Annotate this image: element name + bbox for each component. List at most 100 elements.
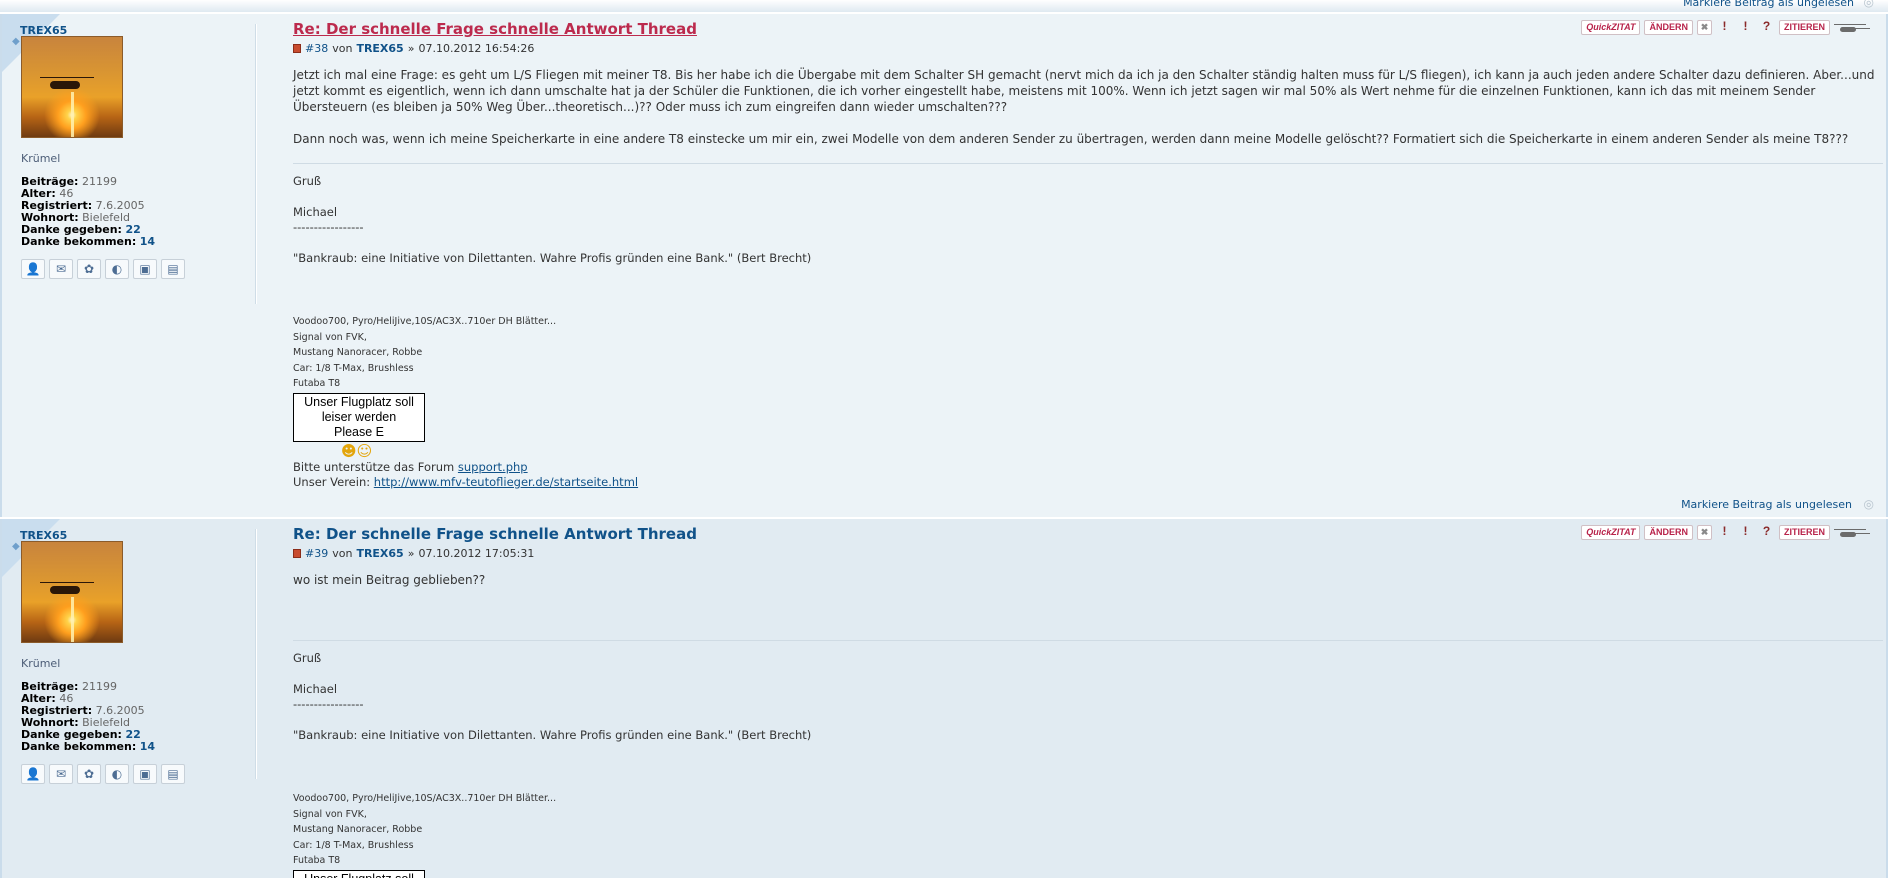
sig-name: Michael	[293, 682, 338, 696]
contact-icons: 👤 ✉ ✿ ◐ ▣ ▤	[21, 764, 185, 784]
mark-unread-icon[interactable]: ◎	[1864, 0, 1874, 9]
post-meta: #39 von TREX65 » 07.10.2012 17:05:31	[293, 547, 1883, 560]
post-meta: #38 von TREX65 » 07.10.2012 16:54:26	[293, 42, 1883, 55]
sig-gear-line: Signal von FVK,	[293, 808, 367, 820]
post-page-icon[interactable]	[293, 549, 301, 558]
avatar	[21, 541, 123, 643]
verein-link[interactable]: http://www.mfv-teutoflieger.de/startseit…	[374, 475, 638, 489]
warn-button[interactable]: !	[1737, 525, 1754, 540]
mark-unread-icon[interactable]: ◎	[1864, 497, 1874, 511]
sig-gear-line: Voodoo700, Pyro/HeliJive,10S/AC3X..710er…	[293, 793, 557, 804]
sig-banner[interactable]: Unser Flugplatz soll leiser werden Pleas…	[293, 869, 425, 878]
sig-gear-line: Futaba T8	[293, 378, 341, 389]
film-icon[interactable]: ▤	[161, 764, 185, 784]
sig-greeting: Gruß	[293, 651, 322, 665]
signature: Gruß Michael ----------------- "Bankraub…	[293, 651, 1883, 878]
sig-greeting: Gruß	[293, 174, 322, 188]
pm-icon[interactable]: 👤	[21, 259, 45, 279]
film-icon[interactable]: ▤	[161, 259, 185, 279]
post-38: ◆ TREX65 Krümel Beiträge: 21199 Alter: 4…	[0, 14, 1888, 517]
sig-quote: "Bankraub: eine Initiative von Dilettant…	[293, 251, 812, 265]
gallery-icon[interactable]: ▣	[133, 259, 157, 279]
post-number[interactable]: #39	[305, 547, 328, 560]
info-button[interactable]: ?	[1758, 20, 1775, 35]
post-paragraph: Dann noch was, wenn ich meine Speicherka…	[293, 132, 1849, 146]
quickquote-button[interactable]: QuickZITAT	[1581, 20, 1641, 35]
sig-gear-line: Futaba T8	[293, 855, 341, 866]
sig-quote: "Bankraub: eine Initiative von Dilettant…	[293, 728, 812, 742]
post-buttons: QuickZITAT ÄNDERN ✖ ! ! ? ZITIEREN	[1581, 525, 1872, 540]
sig-dashes: -----------------	[293, 697, 364, 711]
post-number[interactable]: #38	[305, 42, 328, 55]
sig-verein: Unser Verein: http://www.mfv-teutofliege…	[293, 474, 639, 489]
helicopter-icon[interactable]	[1834, 526, 1872, 540]
profile-divider	[255, 529, 257, 779]
sig-gear-line: Car: 1/8 T-Max, Brushless	[293, 839, 414, 851]
website-icon[interactable]: ◐	[105, 259, 129, 279]
post-date: 07.10.2012 17:05:31	[418, 547, 535, 560]
sig-gear-line: Signal von FVK,	[293, 331, 367, 343]
post-author[interactable]: TREX65	[356, 547, 403, 560]
avatar	[21, 36, 123, 138]
post-paragraph: Jetzt ich mal eine Frage: es geht um L/S…	[293, 68, 1875, 114]
profile-divider	[255, 24, 257, 304]
signature-separator	[293, 163, 1883, 164]
delete-button[interactable]: ✖	[1696, 525, 1712, 540]
post-39: ◆ TREX65 Krümel Beiträge: 21199 Alter: 4…	[0, 519, 1888, 878]
online-icon: ◆	[12, 36, 20, 47]
sig-gear-line: Mustang Nanoracer, Robbe	[293, 347, 423, 358]
post-buttons: QuickZITAT ÄNDERN ✖ ! ! ? ZITIEREN	[1581, 20, 1872, 35]
sig-gear-line: Mustang Nanoracer, Robbe	[293, 824, 423, 835]
info-button[interactable]: ?	[1758, 525, 1775, 540]
online-icon: ◆	[12, 541, 20, 552]
edit-button[interactable]: ÄNDERN	[1644, 20, 1693, 35]
post-body: Re: Der schnelle Frage schnelle Antwort …	[293, 20, 1883, 490]
stat-thanks-received: Danke bekommen: 14	[21, 740, 156, 753]
smiley-icon: ☻☺	[341, 441, 373, 460]
mark-unread-link[interactable]: Markiere Beitrag als ungelesen	[1681, 498, 1852, 511]
stat-thanks-received: Danke bekommen: 14	[21, 235, 156, 248]
helicopter-icon	[50, 81, 80, 89]
icq-icon[interactable]: ✿	[77, 764, 101, 784]
support-link[interactable]: support.php	[458, 460, 528, 474]
post-page-icon[interactable]	[293, 44, 301, 53]
sig-banner[interactable]: Unser Flugplatz soll leiser werden Pleas…	[293, 392, 425, 442]
helicopter-icon	[50, 586, 80, 594]
website-icon[interactable]: ◐	[105, 764, 129, 784]
sig-name: Michael	[293, 205, 338, 219]
pm-icon[interactable]: 👤	[21, 764, 45, 784]
post-content: Jetzt ich mal eine Frage: es geht um L/S…	[293, 67, 1883, 147]
email-icon[interactable]: ✉	[49, 764, 73, 784]
sig-dashes: -----------------	[293, 220, 364, 234]
edit-button[interactable]: ÄNDERN	[1644, 525, 1693, 540]
post-paragraph: wo ist mein Beitrag geblieben??	[293, 573, 486, 587]
post-title[interactable]: Re: Der schnelle Frage schnelle Antwort …	[293, 20, 697, 38]
user-rank: Krümel	[21, 152, 61, 165]
post-profile: TREX65 Krümel Beiträge: 21199 Alter: 46 …	[20, 24, 240, 279]
user-rank: Krümel	[21, 657, 61, 670]
mark-unread-link[interactable]: Markiere Beitrag als ungelesen	[1683, 0, 1854, 9]
helicopter-icon[interactable]	[1834, 21, 1872, 35]
post-body: Re: Der schnelle Frage schnelle Antwort …	[293, 525, 1883, 878]
delete-button[interactable]: ✖	[1696, 20, 1712, 35]
quote-button[interactable]: ZITIEREN	[1778, 525, 1830, 540]
post-date: 07.10.2012 16:54:26	[418, 42, 535, 55]
user-stats: Beiträge: 21199 Alter: 46 Registriert: 7…	[21, 681, 241, 753]
icq-icon[interactable]: ✿	[77, 259, 101, 279]
post-title[interactable]: Re: Der schnelle Frage schnelle Antwort …	[293, 525, 697, 543]
sig-gear-line: Car: 1/8 T-Max, Brushless	[293, 362, 414, 374]
sig-support: Bitte unterstütze das Forum support.php	[293, 459, 528, 474]
post-content: wo ist mein Beitrag geblieben??	[293, 572, 1883, 630]
signature-separator	[293, 640, 1883, 641]
post-profile: TREX65 Krümel Beiträge: 21199 Alter: 46 …	[20, 529, 240, 784]
email-icon[interactable]: ✉	[49, 259, 73, 279]
post-author[interactable]: TREX65	[356, 42, 403, 55]
signature: Gruß Michael ----------------- "Bankraub…	[293, 174, 1883, 490]
sig-gear-line: Voodoo700, Pyro/HeliJive,10S/AC3X..710er…	[293, 316, 557, 327]
quote-button[interactable]: ZITIEREN	[1778, 20, 1830, 35]
gallery-icon[interactable]: ▣	[133, 764, 157, 784]
warn-button[interactable]: !	[1737, 20, 1754, 35]
quickquote-button[interactable]: QuickZITAT	[1581, 525, 1641, 540]
report-button[interactable]: !	[1716, 20, 1733, 35]
report-button[interactable]: !	[1716, 525, 1733, 540]
